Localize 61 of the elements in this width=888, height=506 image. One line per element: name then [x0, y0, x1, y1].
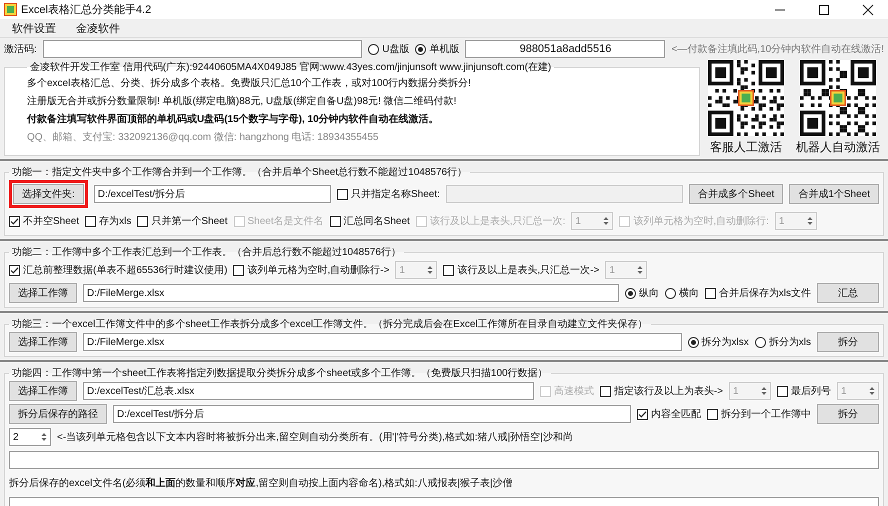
action-button[interactable]: 选择文件夹: — [13, 184, 84, 204]
text-field[interactable]: D:/FileMerge.xlsx — [83, 284, 619, 302]
action-button[interactable]: 合并成多个Sheet — [689, 184, 784, 204]
action-button[interactable]: 选择工作簿 — [9, 381, 77, 401]
check-mark-icon — [638, 410, 647, 418]
checkbox[interactable]: 内容全匹配 — [637, 407, 701, 421]
feature-title: 功能四：工作簿中第一个sheet工作表将指定列数据提取分类拆分成多个sheet或多个工作簿。（免费版只扫描100行数据） — [11, 366, 549, 380]
info-text: 付款备注填写软件界面顶部的单机码或U盘码(15个数字与字母), 10分钟内软件自动在线激活。 — [27, 112, 440, 126]
checkbox[interactable]: 只并第一个Sheet — [137, 214, 228, 228]
feature-title: 功能二：工作簿中多个工作表汇总到一个工作表。（合并后总行数不能超过1048576行） — [11, 246, 402, 259]
checkbox[interactable]: 汇总前整理数据(单表不超65536行时建议使用) — [9, 263, 228, 277]
action-button[interactable]: 合并成1个Sheet — [789, 184, 880, 204]
radio-button[interactable]: 拆分为xlsx — [688, 335, 749, 349]
checkbox[interactable]: 最后列号 — [777, 384, 831, 398]
window-title: Excel表格汇总分类能手4.2 — [21, 3, 152, 17]
spin-arrows-icon[interactable] — [40, 431, 48, 443]
checkbox[interactable]: 存为xls — [85, 214, 132, 228]
checkbox[interactable]: 指定该行及以上为表头-> — [600, 384, 723, 398]
checkbox[interactable]: 合并后保存为xls文件 — [704, 286, 811, 300]
action-button[interactable]: 拆分后保存的路径 — [9, 404, 107, 424]
text-field[interactable]: D:/FileMerge.xlsx — [83, 333, 682, 351]
menu-item[interactable]: 金凌软件 — [72, 20, 124, 36]
info-title: 金凌软件开发工作室 信用代码(广东):92440605MA4X049J85 官网:www.43yes.com/jinjunsoft www.jinjunsoft.com(在建) — [29, 60, 552, 74]
checkbox[interactable]: 该行及以上是表头,只汇总一次-> — [443, 263, 600, 277]
hint-text: 拆分后保存的excel文件名(必须和上面的数量和顺序对应,留空则自动按上面内容命名),格式如:八戒报表|猴子表|沙僧 — [9, 476, 513, 490]
text-field[interactable] — [9, 451, 879, 469]
radio-button[interactable]: U盘版 — [368, 42, 410, 56]
radio-button[interactable]: 纵向 — [624, 286, 659, 300]
hint-text: <-当该列单元格包含以下文本内容时将被拆分出来,留空则自动分类所有。(用'|'符号分类),格式如:猪八戒|孙悟空|沙和尚 — [57, 430, 573, 444]
text-field[interactable]: D:/excelTest/汇总表.xlsx — [83, 382, 534, 400]
qr-caption: 客服人工激活 — [710, 139, 782, 156]
qr-caption: 机器人自动激活 — [796, 139, 880, 156]
checkbox[interactable]: 只并指定名称Sheet: — [337, 187, 440, 201]
feature-title: 功能一：指定文件夹中多个工作簿合并到一个工作簿。（合并后单个Sheet总行数不能超过1048576行） — [11, 166, 468, 179]
activation-code-field[interactable] — [42, 40, 362, 58]
info-text: 注册版无合并或拆分数量限制! 单机版(绑定电脑)88元, U盘版(绑定自备U盘)98元! 微信二维码付款! — [27, 94, 458, 108]
checkbox[interactable]: 不并空Sheet — [9, 214, 80, 228]
action-button[interactable]: 选择工作簿 — [9, 283, 77, 303]
machine-code-field[interactable]: 988051a8add5516 — [465, 40, 666, 58]
spin-box[interactable]: 2 — [9, 428, 51, 446]
checkbox[interactable]: 汇总同名Sheet — [330, 214, 410, 228]
activation-note: <—付款备注填此码,10分钟内软件自动在线激活! — [671, 42, 884, 56]
info-text: 多个excel表格汇总、分类、拆分成多个表格。免费版只汇总10个工作表，或对100行内数据分类拆分! — [27, 76, 472, 90]
info-text: QQ、邮箱、支付宝: 332092136@qq.com 微信: hangzhong 电话: 18934355455 — [27, 130, 380, 144]
action-button[interactable]: 拆分 — [817, 404, 879, 424]
feature-title: 功能三：一个excel工作簿文件中的多个sheet工作表拆分成多个excel工作簿文件。（拆分完成后会在Excel工作簿所在目录自动建立文件夹保存） — [11, 318, 649, 331]
action-button[interactable]: 汇总 — [817, 283, 879, 303]
action-button[interactable]: 拆分 — [817, 332, 879, 352]
action-button[interactable]: 选择工作簿 — [9, 332, 77, 352]
radio-button[interactable]: 拆分为xls — [754, 335, 811, 349]
menu-item[interactable]: 软件设置 — [8, 20, 60, 36]
app-icon — [4, 3, 17, 16]
text-field[interactable]: D:/excelTest/拆分后 — [113, 405, 631, 423]
text-field[interactable]: D:/excelTest/拆分后 — [94, 185, 332, 203]
checkbox[interactable]: 拆分到一个工作簿中 — [707, 407, 811, 421]
checkbox[interactable]: 该列单元格为空时,自动删除行-> — [233, 263, 390, 277]
radio-button[interactable]: 单机版 — [415, 42, 460, 56]
check-mark-icon — [10, 266, 19, 274]
check-mark-icon — [10, 216, 19, 226]
radio-button[interactable]: 横向 — [664, 286, 699, 300]
field-label: 激活码: — [4, 43, 37, 56]
